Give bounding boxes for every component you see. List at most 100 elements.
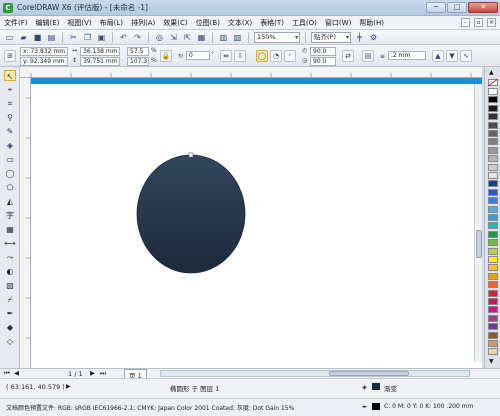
palette-swatch[interactable] <box>488 272 498 280</box>
arc-mode-icon[interactable]: ◜ <box>284 50 296 62</box>
print-icon[interactable]: ▤ <box>46 32 57 43</box>
doc-restore-icon[interactable]: ▫ <box>474 18 483 27</box>
page-next-icon[interactable]: ▶ <box>90 369 95 377</box>
palette-swatch[interactable] <box>488 205 498 213</box>
height-field[interactable]: 39.751 mm <box>80 57 120 66</box>
new-document-icon[interactable]: ▭ <box>4 32 15 43</box>
menu-table[interactable]: 表格(T) <box>260 18 284 28</box>
vertical-ruler[interactable] <box>20 78 31 368</box>
palette-swatch[interactable] <box>488 130 498 137</box>
to-back-icon[interactable]: ▼ <box>446 50 458 62</box>
palette-swatch[interactable] <box>488 146 498 154</box>
status-arrow-icon[interactable]: ▶ <box>66 383 71 390</box>
text-tool-icon[interactable]: 字 <box>4 210 16 221</box>
horizontal-ruler[interactable] <box>20 67 482 78</box>
preset-icon[interactable]: ⊞ <box>4 50 16 62</box>
fill-tool-icon[interactable]: ◆ <box>4 322 16 333</box>
cut-icon[interactable]: ✂ <box>68 32 79 43</box>
palette-swatch[interactable] <box>488 188 498 196</box>
no-color-swatch[interactable] <box>488 79 498 86</box>
open-folder-icon[interactable]: ▰ <box>18 32 29 43</box>
palette-swatch[interactable] <box>488 104 498 112</box>
polygon-tool-icon[interactable]: ⬠ <box>4 182 16 193</box>
rotation-angle-field[interactable]: 0 <box>186 51 210 60</box>
palette-swatch[interactable] <box>488 298 498 305</box>
y-position-field[interactable]: y: 92.349 mm <box>20 57 68 66</box>
palette-swatch[interactable] <box>488 138 498 146</box>
end-angle-field[interactable]: 90.0 <box>310 57 336 66</box>
palette-swatch[interactable] <box>488 163 498 171</box>
palette-swatch[interactable] <box>488 306 498 314</box>
options-gear-icon[interactable]: ⚙ <box>368 32 379 43</box>
to-front-icon[interactable]: ▲ <box>432 50 444 62</box>
palette-swatch[interactable] <box>488 314 498 322</box>
table-tool-icon[interactable]: ▦ <box>4 224 16 235</box>
interactive-fill-tool-icon[interactable]: ◇ <box>4 336 16 347</box>
palette-swatch[interactable] <box>488 281 498 289</box>
palette-swatch[interactable] <box>488 323 498 331</box>
maximize-button[interactable]: □ <box>447 2 467 13</box>
palette-swatch[interactable] <box>488 88 498 95</box>
palette-scroll-up-icon[interactable]: ▲ <box>489 69 494 76</box>
menu-file[interactable]: 文件(F) <box>4 18 28 28</box>
page-prev-icon[interactable]: ◀ <box>14 369 19 377</box>
doc-minimize-icon[interactable]: - <box>461 18 470 27</box>
palette-swatch[interactable] <box>488 348 498 356</box>
copy-icon[interactable]: ❐ <box>82 32 93 43</box>
connector-tool-icon[interactable]: ⤳ <box>4 252 16 263</box>
smart-fill-tool-icon[interactable]: ◈ <box>4 140 16 151</box>
arc-direction-icon[interactable]: ⇄ <box>342 50 354 62</box>
page-last-icon[interactable]: ⏭ <box>100 369 106 378</box>
menu-tools[interactable]: 工具(O) <box>292 18 317 28</box>
palette-swatch[interactable] <box>488 331 498 339</box>
welcome-screen-icon[interactable]: ▧ <box>232 32 243 43</box>
palette-swatch[interactable] <box>488 172 498 179</box>
redo-icon[interactable]: ↷ <box>132 32 143 43</box>
paste-icon[interactable]: ▣ <box>96 32 107 43</box>
palette-swatch[interactable] <box>488 264 498 272</box>
palette-swatch[interactable] <box>488 113 498 121</box>
ellipse-mode-icon[interactable]: ◯ <box>256 50 268 62</box>
freehand-tool-icon[interactable]: ✎ <box>4 126 16 137</box>
palette-swatch[interactable] <box>488 222 498 230</box>
export-icon[interactable]: ⇱ <box>182 32 193 43</box>
menu-effects[interactable]: 效果(C) <box>163 18 187 28</box>
menu-edit[interactable]: 编辑(E) <box>36 18 60 28</box>
drawing-canvas[interactable] <box>31 78 482 368</box>
undo-icon[interactable]: ↶ <box>118 32 129 43</box>
menu-view[interactable]: 视图(V) <box>67 18 91 28</box>
import-icon[interactable]: ⇲ <box>168 32 179 43</box>
menu-bitmaps[interactable]: 位图(B) <box>196 18 220 28</box>
palette-swatch[interactable] <box>488 197 498 205</box>
palette-swatch[interactable] <box>488 214 498 221</box>
palette-swatch[interactable] <box>488 155 498 163</box>
width-field[interactable]: 36.138 mm <box>80 47 120 56</box>
rectangle-tool-icon[interactable]: ▭ <box>4 154 16 165</box>
zoom-level-select[interactable]: 150% <box>254 31 300 43</box>
start-angle-field[interactable]: 90.0 <box>310 47 336 56</box>
palette-swatch[interactable] <box>488 256 498 263</box>
snap-to-dropdown[interactable]: 贴齐(P) <box>311 31 351 43</box>
scale-height-field[interactable]: 107.3 <box>127 57 149 66</box>
publish-pdf-icon[interactable]: ▦ <box>196 32 207 43</box>
menu-layout[interactable]: 布局(L) <box>100 18 123 28</box>
eyedropper-tool-icon[interactable]: ⌿ <box>4 294 16 305</box>
doc-close-icon[interactable]: × <box>487 18 496 27</box>
palette-swatch[interactable] <box>488 230 498 238</box>
palette-swatch[interactable] <box>488 96 498 104</box>
pie-mode-icon[interactable]: ◔ <box>270 50 282 62</box>
transparency-tool-icon[interactable]: ▨ <box>4 280 16 291</box>
palette-swatch[interactable] <box>488 247 498 255</box>
ellipse-node-handle[interactable] <box>188 152 194 158</box>
horizontal-scrollbar[interactable] <box>160 370 470 377</box>
palette-swatch[interactable] <box>488 340 498 347</box>
outline-pen-tool-icon[interactable]: ✒ <box>4 308 16 319</box>
basic-shapes-tool-icon[interactable]: ◭ <box>4 196 16 207</box>
application-launcher-icon[interactable]: ▥ <box>218 32 229 43</box>
convert-to-curves-icon[interactable]: ∿ <box>460 50 472 62</box>
palette-swatch[interactable] <box>488 289 498 297</box>
ellipse-tool-icon[interactable]: ◯ <box>4 168 16 179</box>
palette-swatch[interactable] <box>488 121 498 129</box>
vertical-scrollbar[interactable] <box>474 84 482 362</box>
pick-tool-icon[interactable]: ↖ <box>4 70 16 81</box>
